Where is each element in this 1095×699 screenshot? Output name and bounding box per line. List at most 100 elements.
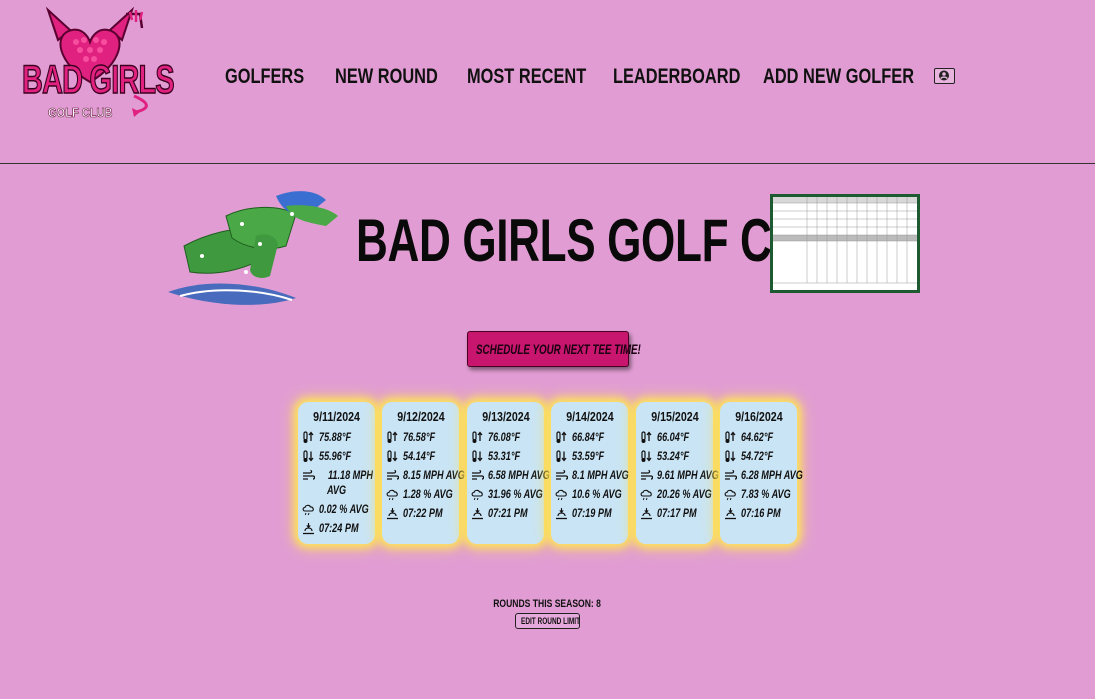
wind-row: 9.61 MPH AVG	[640, 468, 719, 483]
thermometer-up-icon	[387, 431, 398, 443]
wind-speed: 6.28 MPH AVG	[741, 468, 803, 482]
nav-most-recent[interactable]: MOST RECENT	[467, 62, 586, 92]
sunset-icon	[303, 523, 314, 535]
sunset-time: 07:21 PM	[488, 506, 528, 520]
low-temp-row: 53.59°F	[555, 449, 629, 464]
cloud-rain-icon	[640, 489, 652, 501]
wind-row: 8.1 MPH AVG	[555, 468, 629, 483]
forecast-day-card: 9/12/2024 76.58°F 54.14°F 8.15 MPH AVG 1…	[382, 402, 465, 544]
precip-row: 20.26 % AVG	[640, 487, 714, 502]
sunset-row: 07:22 PM	[386, 506, 460, 521]
sunset-row: 07:17 PM	[640, 506, 714, 521]
precip-chance: 7.83 % AVG	[741, 487, 791, 501]
thermometer-up-icon	[472, 431, 483, 443]
scorecard-image	[770, 194, 920, 293]
sunset-time: 07:17 PM	[657, 506, 697, 520]
thermometer-down-icon	[303, 450, 314, 462]
high-temp: 64.62°F	[741, 430, 774, 444]
thermometer-up-icon	[556, 431, 567, 443]
sunset-row: 07:19 PM	[555, 506, 629, 521]
low-temp-row: 53.24°F	[640, 449, 714, 464]
nav-add-new-golfer[interactable]: ADD NEW GOLFER	[763, 62, 914, 92]
high-temp: 66.04°F	[657, 430, 690, 444]
low-temp: 55.96°F	[319, 449, 352, 463]
low-temp: 53.59°F	[572, 449, 605, 463]
sunset-icon	[472, 508, 483, 520]
wind-row: 6.28 MPH AVG	[724, 468, 803, 483]
cloud-rain-icon	[555, 489, 567, 501]
precip-row: 7.83 % AVG	[724, 487, 798, 502]
wind-speed: 9.61 MPH AVG	[657, 468, 719, 482]
low-temp-row: 54.14°F	[386, 449, 460, 464]
precip-chance: 10.6 % AVG	[572, 487, 622, 501]
low-temp-row: 53.31°F	[471, 449, 545, 464]
high-temp: 66.84°F	[572, 430, 605, 444]
wind-speed: 6.58 MPH AVG	[488, 468, 550, 482]
forecast-date: 9/13/2024	[481, 409, 530, 424]
rounds-this-season: ROUNDS THIS SEASON: 8	[0, 598, 1095, 610]
sunset-time: 07:16 PM	[741, 506, 781, 520]
site-header: BAD GIRLS GOLF CLUB GOLFERS NEW ROUND MO…	[0, 0, 1095, 164]
thermometer-down-icon	[641, 450, 652, 462]
low-temp-row: 54.72°F	[724, 449, 798, 464]
high-temp-row: 76.58°F	[386, 430, 460, 445]
precip-chance: 0.02 % AVG	[319, 502, 369, 516]
schedule-tee-time-button[interactable]: SCHEDULE YOUR NEXT TEE TIME!	[467, 331, 641, 367]
sunset-time: 07:22 PM	[403, 506, 443, 520]
sunset-time: 07:19 PM	[572, 506, 612, 520]
wind-speed: 8.15 MPH AVG	[403, 468, 465, 482]
low-temp: 54.72°F	[741, 449, 774, 463]
sunset-row: 07:24 PM	[302, 521, 376, 536]
thermometer-down-icon	[725, 450, 736, 462]
sunset-icon	[725, 508, 736, 520]
high-temp: 76.58°F	[403, 430, 436, 444]
cloud-rain-icon	[302, 504, 314, 516]
nav-golfers[interactable]: GOLFERS	[225, 62, 304, 92]
high-temp-row: 64.62°F	[724, 430, 798, 445]
sunset-icon	[387, 508, 398, 520]
low-temp-row: 55.96°F	[302, 449, 376, 464]
wind-row: 6.58 MPH AVG	[471, 468, 550, 483]
high-temp-row: 75.88°F	[302, 430, 376, 445]
rounds-count-text: ROUNDS THIS SEASON: 8	[493, 598, 602, 610]
low-temp: 53.31°F	[488, 449, 521, 463]
edit-round-limit-button[interactable]: EDIT ROUND LIMIT	[515, 613, 580, 629]
cloud-rain-icon	[386, 489, 398, 501]
user-account-button[interactable]	[934, 68, 955, 84]
edit-round-limit-label: EDIT ROUND LIMIT	[521, 616, 581, 626]
forecast-day-card: 9/11/2024 75.88°F 55.96°F 11.18 MPH 0.02…	[298, 402, 375, 544]
sunset-row: 07:16 PM	[724, 506, 798, 521]
nav-leaderboard[interactable]: LEADERBOARD	[613, 62, 740, 92]
precip-row: 0.02 % AVG	[302, 502, 376, 517]
high-temp-row: 66.04°F	[640, 430, 714, 445]
thermometer-up-icon	[725, 431, 736, 443]
forecast-date: 9/14/2024	[565, 409, 614, 424]
forecast-date: 9/16/2024	[734, 409, 783, 424]
thermometer-up-icon	[303, 431, 314, 443]
thermometer-down-icon	[556, 450, 567, 462]
wind-icon	[387, 469, 399, 480]
forecast-day-card: 9/15/2024 66.04°F 53.24°F 9.61 MPH AVG 2…	[636, 402, 719, 544]
sunset-row: 07:21 PM	[471, 506, 545, 521]
thermometer-down-icon	[472, 450, 483, 462]
forecast-day-card: 9/14/2024 66.84°F 53.59°F 8.1 MPH AVG 10…	[551, 402, 629, 544]
wind-row: 8.15 MPH AVG	[386, 468, 465, 483]
precip-row: 31.96 % AVG	[471, 487, 545, 502]
high-temp: 75.88°F	[319, 430, 352, 444]
precip-row: 10.6 % AVG	[555, 487, 629, 502]
thermometer-up-icon	[641, 431, 652, 443]
cloud-rain-icon	[724, 489, 736, 501]
sunset-icon	[556, 508, 567, 520]
forecast-day-card: 9/16/2024 64.62°F 54.72°F 6.28 MPH AVG 7…	[720, 402, 803, 544]
low-temp: 53.24°F	[657, 449, 690, 463]
course-map-image	[166, 186, 342, 310]
cloud-rain-icon	[471, 489, 483, 501]
wind-speed: 8.1 MPH AVG	[572, 468, 629, 482]
precip-chance: 1.28 % AVG	[403, 487, 453, 501]
low-temp: 54.14°F	[403, 449, 436, 463]
nav-new-round[interactable]: NEW ROUND	[335, 62, 438, 92]
sunset-icon	[641, 508, 652, 520]
wind-icon	[725, 469, 737, 480]
schedule-tee-time-label: SCHEDULE YOUR NEXT TEE TIME!	[476, 341, 641, 357]
wind-speed: 11.18 MPH	[328, 468, 373, 482]
